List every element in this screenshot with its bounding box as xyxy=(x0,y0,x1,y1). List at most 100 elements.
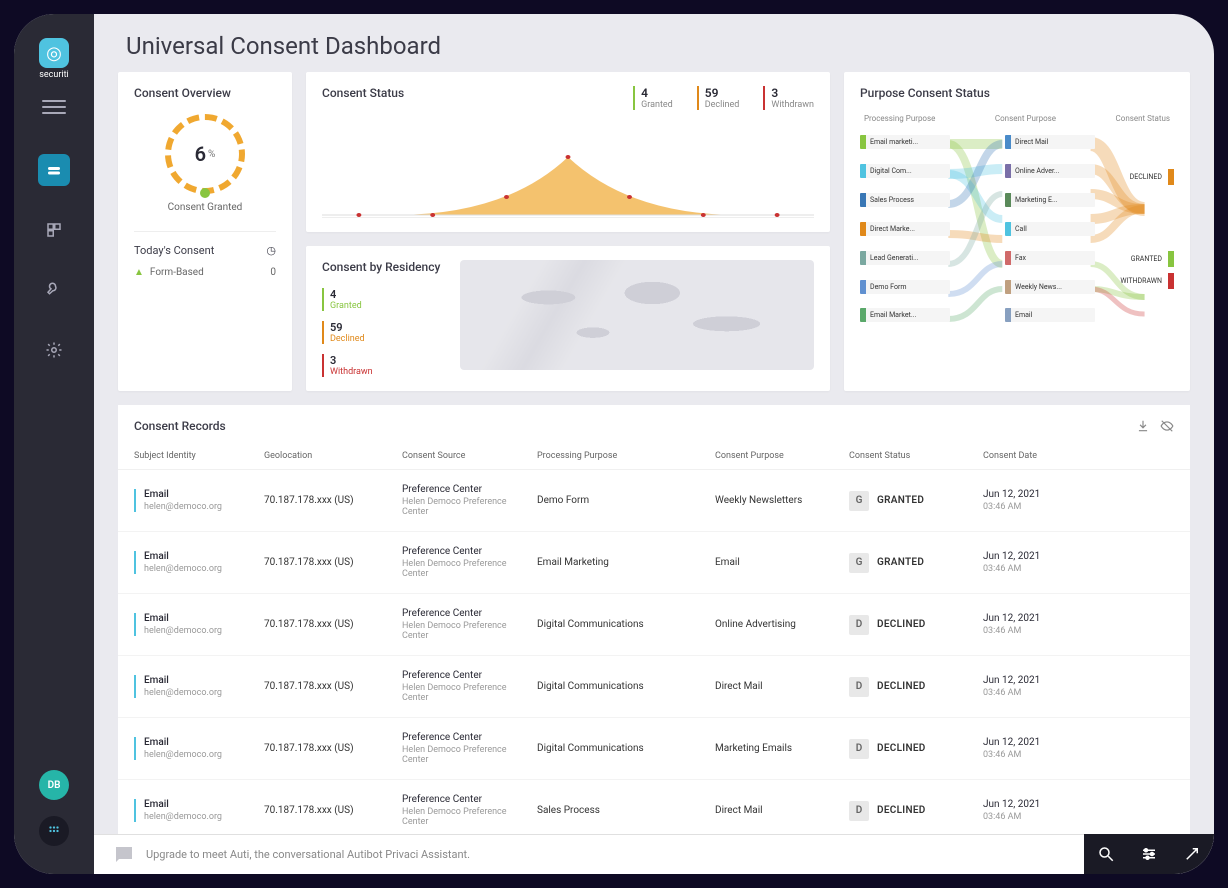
sankey-diagram: Email marketi... Digital Com... Sales Proc… xyxy=(860,129,1174,329)
consent-residency-card: Consent by Residency 4Granted 59Declined 3… xyxy=(306,246,830,391)
col-pp: Processing Purpose xyxy=(537,451,715,461)
nav-settings-icon[interactable] xyxy=(38,334,70,366)
nav-icons xyxy=(38,154,70,366)
sankey-mid-node: Email xyxy=(1005,308,1095,322)
logo-text: securiti xyxy=(39,70,68,80)
status-badge: D xyxy=(849,801,869,821)
gauge-value: 6 xyxy=(195,142,206,166)
nav-tools-icon[interactable] xyxy=(38,274,70,306)
consent-overview-card: Consent Overview 6% Consent Granted Toda… xyxy=(118,72,292,391)
table-body: Emailhelen@democo.org70.187.178.xxx (US)… xyxy=(118,470,1190,841)
sankey-mid-node: Call xyxy=(1005,222,1095,236)
col-geo: Geolocation xyxy=(264,451,402,461)
today-consent: Today's Consent ◷ ▲Form-Based0 xyxy=(134,231,276,278)
residency-count-granted: 4Granted xyxy=(322,288,440,311)
purpose-col-mid: Consent Purpose xyxy=(995,114,1056,123)
table-header: Subject Identity Geolocation Consent Sou… xyxy=(118,443,1190,470)
table-row[interactable]: Emailhelen@democo.org70.187.178.xxx (US)… xyxy=(118,470,1190,532)
purpose-col-left: Processing Purpose xyxy=(864,114,935,123)
menu-toggle[interactable] xyxy=(42,100,66,114)
nav-consent-icon[interactable] xyxy=(38,154,70,186)
main-content: Universal Consent Dashboard Consent Over… xyxy=(94,14,1214,874)
content-scroll[interactable]: Consent Overview 6% Consent Granted Toda… xyxy=(94,72,1214,874)
today-label: Today's Consent xyxy=(134,244,214,257)
gauge: 6% Consent Granted xyxy=(134,114,276,213)
table-row[interactable]: Emailhelen@democo.org70.187.178.xxx (US)… xyxy=(118,780,1190,841)
status-badge: D xyxy=(849,615,869,635)
footer-text: Upgrade to meet Auti, the conversational… xyxy=(146,848,1196,861)
clock-icon: ◷ xyxy=(266,244,276,257)
sankey-mid-node: Weekly News... xyxy=(1005,280,1095,294)
gauge-label: Consent Granted xyxy=(168,202,243,213)
sankey-left-node: Sales Process xyxy=(860,193,950,207)
status-count-withdrawn: 3Withdrawn xyxy=(763,86,814,110)
gauge-unit: % xyxy=(208,149,215,160)
logo[interactable]: ◎ securiti xyxy=(29,34,79,84)
residency-counts: 4Granted 59Declined 3Withdrawn xyxy=(322,288,440,377)
purpose-consent-card: Purpose Consent Status Processing Purpos… xyxy=(844,72,1190,391)
chat-icon xyxy=(112,843,136,867)
sankey-left-node: Digital Com... xyxy=(860,164,950,178)
status-counts: 4Granted 59Declined 3Withdrawn xyxy=(633,86,814,110)
download-icon[interactable] xyxy=(1136,419,1150,433)
sidebar-bottom: DB xyxy=(39,770,69,854)
sankey-left-node: Demo Form xyxy=(860,280,950,294)
footer-bar: Upgrade to meet Auti, the conversational… xyxy=(94,834,1214,874)
world-map xyxy=(460,260,814,370)
user-avatar[interactable]: DB xyxy=(39,770,69,800)
sankey-left-node: Email Market... xyxy=(860,308,950,322)
residency-title: Consent by Residency xyxy=(322,260,440,274)
sankey-right-node: WITHDRAWN xyxy=(1104,273,1174,289)
sankey-mid-node: Fax xyxy=(1005,251,1095,265)
status-badge: D xyxy=(849,739,869,759)
search-icon[interactable] xyxy=(1097,845,1115,863)
col-subject: Subject Identity xyxy=(134,451,264,461)
status-badge: G xyxy=(849,491,869,511)
app-frame: ◎ securiti DB Universal Consent Dashboar… xyxy=(14,14,1214,874)
sankey-mid-node: Marketing E... xyxy=(1005,193,1095,207)
residency-count-withdrawn: 3Withdrawn xyxy=(322,354,440,377)
sankey-left-node: Email marketi... xyxy=(860,135,950,149)
header: Universal Consent Dashboard xyxy=(94,14,1214,72)
table-row[interactable]: Emailhelen@democo.org70.187.178.xxx (US)… xyxy=(118,656,1190,718)
footer-actions xyxy=(1084,834,1214,874)
records-title: Consent Records xyxy=(134,419,226,433)
status-badge: D xyxy=(849,677,869,697)
form-based-row: ▲Form-Based0 xyxy=(134,267,276,278)
gauge-ring: 6% xyxy=(165,114,245,194)
app-switcher-icon[interactable] xyxy=(39,816,69,846)
col-src: Consent Source xyxy=(402,451,537,461)
residency-count-declined: 59Declined xyxy=(322,321,440,344)
col-cs: Consent Status xyxy=(849,451,983,461)
status-count-declined: 59Declined xyxy=(697,86,740,110)
consent-table: Subject Identity Geolocation Consent Sou… xyxy=(118,443,1190,841)
expand-icon[interactable] xyxy=(1183,845,1201,863)
top-row: Consent Overview 6% Consent Granted Toda… xyxy=(118,72,1190,391)
consent-status-card: Consent Status 4Granted 59Declined 3Withdr… xyxy=(306,72,830,232)
page-title: Universal Consent Dashboard xyxy=(126,32,1182,60)
overview-title: Consent Overview xyxy=(134,86,276,100)
table-row[interactable]: Emailhelen@democo.org70.187.178.xxx (US)… xyxy=(118,532,1190,594)
status-count-granted: 4Granted xyxy=(633,86,673,110)
purpose-title: Purpose Consent Status xyxy=(860,86,1174,100)
visibility-off-icon[interactable] xyxy=(1160,419,1174,433)
sankey-left-node: Lead Generati... xyxy=(860,251,950,265)
sidebar: ◎ securiti DB xyxy=(14,14,94,874)
nav-dashboard-icon[interactable] xyxy=(38,214,70,246)
filter-icon[interactable] xyxy=(1140,845,1158,863)
status-chart xyxy=(322,122,814,218)
table-row[interactable]: Emailhelen@democo.org70.187.178.xxx (US)… xyxy=(118,718,1190,780)
sankey-mid-node: Online Adver... xyxy=(1005,164,1095,178)
logo-icon: ◎ xyxy=(39,38,69,68)
sankey-mid-node: Direct Mail xyxy=(1005,135,1095,149)
purpose-col-right: Consent Status xyxy=(1116,114,1170,123)
col-cd: Consent Date xyxy=(983,451,1174,461)
middle-column: Consent Status 4Granted 59Declined 3Withdr… xyxy=(306,72,830,391)
table-row[interactable]: Emailhelen@democo.org70.187.178.xxx (US)… xyxy=(118,594,1190,656)
sankey-right-node: DECLINED xyxy=(1104,169,1174,185)
status-badge: G xyxy=(849,553,869,573)
status-title: Consent Status xyxy=(322,86,404,100)
triangle-up-icon: ▲ xyxy=(134,267,144,278)
col-cp: Consent Purpose xyxy=(715,451,849,461)
sankey-right-node: GRANTED xyxy=(1104,251,1174,267)
